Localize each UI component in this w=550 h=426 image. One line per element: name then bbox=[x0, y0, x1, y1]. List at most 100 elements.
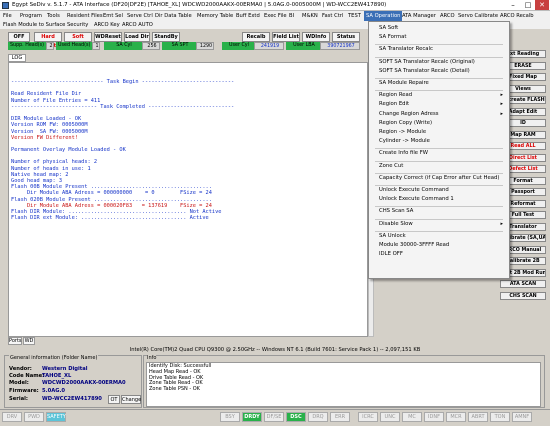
menu-arco-key[interactable]: ARCO Key bbox=[94, 22, 120, 28]
sa-menu-item-sa-unlock[interactable]: SA Unlock bbox=[379, 233, 406, 239]
menu-fast-ctrl[interactable]: Fast Ctrl bbox=[322, 13, 343, 19]
hard-reset-button[interactable]: Hard Reset bbox=[34, 32, 62, 49]
menu-serve-ctrl[interactable]: Serve Ctrl bbox=[127, 13, 153, 19]
menu-tools[interactable]: Tools bbox=[47, 13, 60, 19]
close-button[interactable]: ✕ bbox=[535, 0, 549, 10]
change-button[interactable]: Change bbox=[121, 395, 141, 404]
menu-bi[interactable]: BI bbox=[289, 13, 294, 19]
log-line: Flash DIR ext Module: ..................… bbox=[11, 215, 209, 222]
app-icon bbox=[2, 2, 9, 9]
field-list-button[interactable]: Field List bbox=[272, 32, 300, 42]
firmware-row: Firmware: 5.0AG.0 bbox=[9, 388, 66, 394]
sa-menu-item-create-info-file-fw[interactable]: Create Info file FW bbox=[379, 150, 428, 156]
menu-test[interactable]: TEST bbox=[348, 13, 361, 19]
status-indicator-mc: MC bbox=[402, 412, 422, 422]
menu-separator bbox=[375, 206, 503, 208]
sa-menu-item-sa-module-repaire[interactable]: SA Module Repaire bbox=[379, 80, 429, 86]
maximize-button[interactable]: □ bbox=[521, 0, 535, 10]
submenu-arrow-icon: ▸ bbox=[500, 110, 503, 117]
status-indicator-unc: UNC bbox=[380, 412, 400, 422]
sa-menu-item-soft-sa-translator-recalc-detail[interactable]: SOFT SA Translator Recalc (Detail) bbox=[379, 68, 470, 74]
status-button[interactable]: Status bbox=[332, 32, 360, 42]
sa-cyl-value: 256 bbox=[142, 42, 160, 50]
sa-menu-item-cylinder-module[interactable]: Cylinder -> Module bbox=[379, 138, 430, 144]
sa-menu-item-zone-cut[interactable]: Zone Cut bbox=[379, 163, 403, 169]
status-indicator-pwd: PWD bbox=[24, 412, 44, 422]
menu-arco-recalb[interactable]: ARCO Recalb bbox=[500, 13, 534, 19]
sa-menu-item-idle-off[interactable]: IDLE OFF bbox=[379, 251, 403, 257]
menu-ata-manager[interactable]: ATA Manager bbox=[402, 13, 436, 19]
general-information-panel: General information (Folder Name) Vendor… bbox=[4, 355, 142, 408]
submenu-arrow-icon: ▸ bbox=[500, 220, 503, 227]
menu-program[interactable]: Program bbox=[20, 13, 42, 19]
user-lba-label: User LBA bbox=[286, 42, 320, 50]
log-line: --------------------------- Task Complet… bbox=[11, 103, 235, 110]
wd-info-button[interactable]: WDInfo bbox=[302, 32, 330, 42]
info-panel: Info Identify Disk: Successfull Head Map … bbox=[143, 355, 545, 408]
menu-separator bbox=[375, 185, 503, 186]
sa-menu-item-chs-scan-sa[interactable]: CHS Scan SA bbox=[379, 208, 413, 214]
sa-menu-item-region-module[interactable]: Region -> Module bbox=[379, 129, 426, 135]
system-info-line: Intel(R) Core(TM)2 Quad CPU Q9300 @ 2.50… bbox=[129, 347, 421, 353]
load-dir-button[interactable]: Load Dir bbox=[124, 32, 150, 42]
user-cyl-label: User Cyl bbox=[222, 42, 254, 50]
sa-menu-item-disable-slow[interactable]: Disable Slow bbox=[379, 221, 413, 227]
log-line: Flash 020B Module Present ..............… bbox=[11, 196, 212, 203]
off-button[interactable]: OFF bbox=[8, 32, 30, 42]
recalb-button[interactable]: Recalb bbox=[242, 32, 270, 42]
tab-log[interactable]: LOG bbox=[8, 54, 26, 62]
side-button-chs-scan[interactable]: CHS SCAN bbox=[500, 291, 546, 300]
status-indicator-bsy: BSY bbox=[220, 412, 240, 422]
sa-menu-item-region-read[interactable]: Region Read bbox=[379, 92, 412, 98]
standby-button[interactable]: StandBy bbox=[152, 32, 180, 42]
tab-ports[interactable]: Ports bbox=[8, 337, 22, 345]
menu-exec-file[interactable]: Exec File bbox=[264, 13, 287, 19]
menu-mkn[interactable]: M&KN bbox=[302, 13, 318, 19]
sa-menu-item-sa-soft[interactable]: SA Soft bbox=[379, 25, 398, 31]
menu-security[interactable]: Security bbox=[67, 22, 88, 28]
menu-separator bbox=[375, 44, 503, 46]
status-indicator-df-se: DF/SE bbox=[264, 412, 284, 422]
menu-dir-data-table[interactable]: Dir Data Table bbox=[155, 13, 192, 19]
menu-separator bbox=[375, 160, 503, 162]
model-row: Model: WDCWD2000AAKX-00ERMA0 bbox=[9, 380, 126, 386]
info-box[interactable]: Identify Disk: Successfull Head Map Read … bbox=[146, 362, 541, 407]
supp-heads-label: Supp. Head(s) bbox=[8, 42, 46, 50]
sa-menu-item-unlock-execute-command[interactable]: Unlock Execute Command bbox=[379, 187, 449, 193]
vendor-row: Vendor: Western Digital bbox=[9, 366, 88, 372]
menu-separator bbox=[375, 78, 503, 79]
menu-separator bbox=[375, 148, 503, 150]
menu-emt-sel[interactable]: Emt Sel bbox=[103, 13, 123, 19]
status-indicator-ton: TON bbox=[490, 412, 510, 422]
minimize-button[interactable]: – bbox=[506, 0, 520, 10]
ot-button[interactable]: OT bbox=[108, 395, 120, 404]
menu-memory-table[interactable]: Memory Table bbox=[197, 13, 233, 19]
menu-file[interactable]: File bbox=[3, 13, 12, 19]
sa-menu-item-region-copy-write[interactable]: Region Copy (Write) bbox=[379, 120, 432, 126]
menu-buff-extd[interactable]: Buff Extd bbox=[236, 13, 260, 19]
sa-menu-item-capacity-correct-if-cap-error-after-cut-head[interactable]: Capacity Correct (if Cap Error after Cut… bbox=[379, 175, 499, 181]
menu-servo-calibrate[interactable]: Servo Calibrate bbox=[458, 13, 498, 19]
log-area[interactable]: ----------------------------- Task Begin… bbox=[8, 62, 368, 337]
sa-menu-item-region-edit[interactable]: Region Edit bbox=[379, 101, 409, 107]
menu-separator bbox=[375, 90, 503, 92]
status-indicator-drdy: DRDY bbox=[242, 412, 262, 422]
menu-separator bbox=[375, 218, 503, 220]
info-lines: Identify Disk: Successfull Head Map Read … bbox=[149, 363, 211, 393]
sa-menu-item-module-30000-3ffff-read[interactable]: Module 30000-3FFFF Read bbox=[379, 242, 449, 248]
sa-menu-item-unlock-execute-command-1[interactable]: Unlock Execute Command 1 bbox=[379, 196, 454, 202]
menu-sa-operation[interactable]: SA Operation bbox=[364, 11, 403, 21]
sa-menu-item-soft-sa-translator-recalc-original[interactable]: SOFT SA Translator Recalc (Original) bbox=[379, 59, 475, 65]
serial-row: Serial: WD-WCC2EW417890 bbox=[9, 396, 102, 402]
menu-arco[interactable]: ARCO bbox=[440, 13, 455, 19]
side-button-ata-scan[interactable]: ATA SCAN bbox=[500, 280, 546, 288]
soft-reset-button[interactable]: Soft Reset bbox=[64, 32, 92, 49]
sa-menu-item-change-region-adress[interactable]: Change Region Adress bbox=[379, 111, 439, 117]
menu-arco-auto[interactable]: ARCO AUTO bbox=[122, 22, 153, 28]
menu-resident-files[interactable]: Resident Files bbox=[67, 13, 103, 19]
tab-wd[interactable]: WD bbox=[23, 337, 35, 345]
sa-menu-item-sa-translator-recalc[interactable]: SA Translator Recalc bbox=[379, 46, 433, 52]
sa-menu-item-sa-format[interactable]: SA Format bbox=[379, 34, 406, 40]
menu-flash-module-to-surface[interactable]: Flash Module to Surface bbox=[3, 22, 65, 28]
wd-reset-button[interactable]: WDReset bbox=[94, 32, 122, 42]
